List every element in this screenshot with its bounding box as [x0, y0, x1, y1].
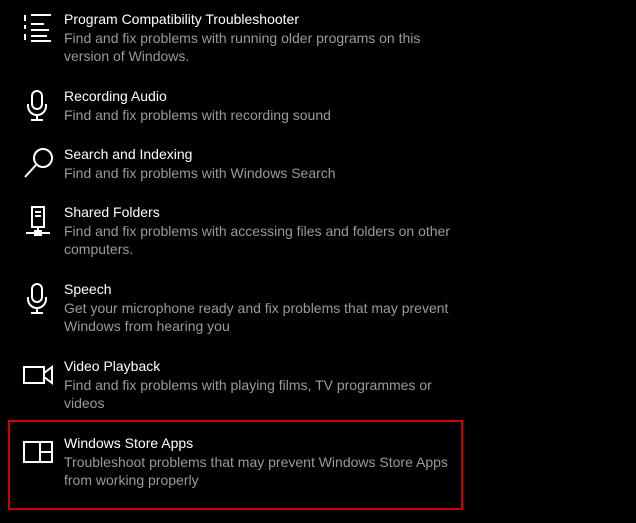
troubleshooter-title: Recording Audio — [64, 88, 167, 104]
video-camera-icon — [22, 359, 56, 393]
search-icon — [22, 147, 56, 181]
troubleshooter-title: Video Playback — [64, 358, 161, 374]
troubleshooter-description: Find and fix problems with Windows Searc… — [64, 165, 336, 181]
troubleshooter-description: Find and fix problems with recording sou… — [64, 107, 331, 123]
troubleshooter-description: Find and fix problems with running older… — [64, 30, 421, 64]
troubleshooter-speech[interactable]: Speech Get your microphone ready and fix… — [16, 281, 456, 342]
troubleshooter-recording-audio[interactable]: Recording Audio Find and fix problems wi… — [16, 88, 456, 133]
troubleshooter-list: Program Compatibility Troubleshooter Fin… — [0, 0, 636, 523]
troubleshooter-search-indexing[interactable]: Search and Indexing Find and fix problem… — [16, 146, 456, 191]
microphone-icon — [22, 89, 56, 123]
troubleshooter-title: Windows Store Apps — [64, 435, 194, 451]
troubleshooter-title: Search and Indexing — [64, 146, 193, 162]
list-icon — [22, 12, 56, 46]
troubleshooter-description: Find and fix problems with accessing fil… — [64, 223, 450, 257]
troubleshooter-video-playback[interactable]: Video Playback Find and fix problems wit… — [16, 358, 456, 419]
troubleshooter-title: Speech — [64, 281, 112, 297]
troubleshooter-program-compatibility[interactable]: Program Compatibility Troubleshooter Fin… — [16, 11, 456, 72]
troubleshooter-description: Troubleshoot problems that may prevent W… — [64, 454, 448, 488]
troubleshooter-description: Find and fix problems with playing films… — [64, 377, 432, 411]
troubleshooter-title: Shared Folders — [64, 204, 160, 220]
troubleshooter-windows-store-apps[interactable]: Windows Store Apps Troubleshoot problems… — [16, 435, 456, 496]
store-apps-icon — [22, 436, 56, 470]
microphone-icon — [22, 282, 56, 316]
troubleshooter-title: Program Compatibility Troubleshooter — [64, 11, 299, 27]
network-computer-icon — [22, 205, 56, 239]
troubleshooter-description: Get your microphone ready and fix proble… — [64, 300, 449, 334]
troubleshooter-shared-folders[interactable]: Shared Folders Find and fix problems wit… — [16, 204, 456, 265]
